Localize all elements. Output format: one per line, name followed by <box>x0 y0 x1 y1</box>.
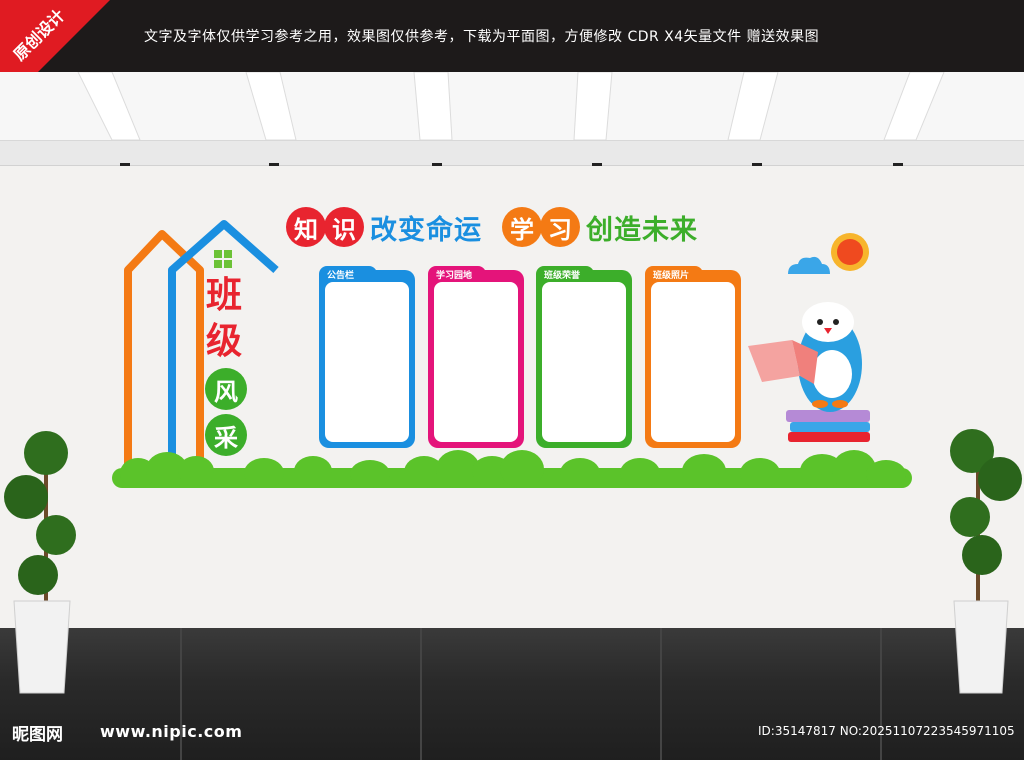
cloud-icon <box>788 256 830 274</box>
house-title-char: 级 <box>206 321 243 362</box>
ceiling-rail <box>0 140 1024 166</box>
house-title-char: 风 <box>205 368 247 410</box>
board-panel-notice: 公告栏 <box>319 266 415 448</box>
slogan-bubble: 习 <box>540 207 580 247</box>
potted-plant-left <box>4 431 76 694</box>
footer-url: www.nipic.com <box>100 722 243 741</box>
panel-content <box>434 282 518 442</box>
slogan-text: 创造未来 <box>586 214 698 246</box>
floor-plank-line <box>420 628 422 760</box>
board-panel-honor: 班级荣誉 <box>536 266 632 448</box>
slogan-text: 改变命运 <box>370 214 482 246</box>
panel-content <box>651 282 735 442</box>
slogan-bubble: 学 <box>502 207 542 247</box>
board-panel-study: 学习园地 <box>428 266 524 448</box>
slogan-bubble: 知 <box>286 207 326 247</box>
potted-plant-right <box>950 429 1022 694</box>
house-outline <box>124 220 279 464</box>
panel-content <box>325 282 409 442</box>
floor-plank-line <box>660 628 662 760</box>
footer-id: ID:35147817 NO:20251107223545971105 <box>758 724 1015 738</box>
window-icon <box>214 250 222 258</box>
house-title-char: 班 <box>206 275 243 316</box>
banner-text: 文字及字体仅供学习参考之用，效果图仅供参考，下载为平面图，方便修改 CDR X4… <box>144 29 820 45</box>
footer-logo: 昵图网 <box>12 725 63 745</box>
sun-cloud-decoration <box>788 233 869 274</box>
top-banner: 文字及字体仅供学习参考之用，效果图仅供参考，下载为平面图，方便修改 CDR X4… <box>0 0 1024 72</box>
house-title-char: 采 <box>205 414 247 456</box>
panel-content <box>542 282 626 442</box>
board-panel-photos: 班级照片 <box>645 266 741 448</box>
penguin-mascot <box>748 302 870 442</box>
slogan: 知 识 改变命运 学 习 创造未来 <box>286 202 718 252</box>
slogan-bubble: 识 <box>324 207 364 247</box>
floor-plank-line <box>880 628 882 760</box>
